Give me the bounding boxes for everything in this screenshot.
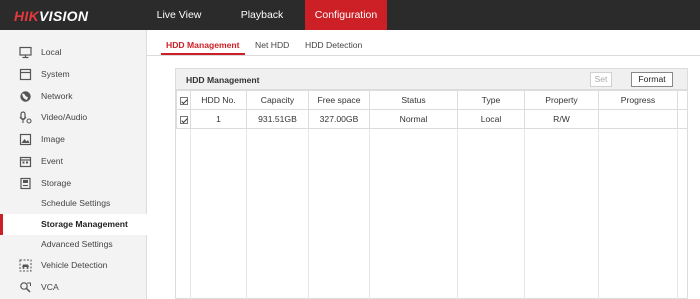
cell-capacity: 931.51GB — [246, 109, 309, 129]
microphone-icon — [19, 111, 32, 124]
column-header-free-space: Free space — [308, 90, 370, 110]
sidebar-subitem-label: Advanced Settings — [41, 239, 113, 249]
monitor-icon — [19, 46, 32, 59]
table-header-row: HDD No. Capacity Free space Status Type … — [176, 90, 688, 110]
cell-property: R/W — [524, 109, 599, 129]
vehicle-detection-icon — [19, 259, 32, 272]
column-header-capacity: Capacity — [246, 90, 309, 110]
sidebar-item-video-audio[interactable]: Video/Audio — [0, 107, 147, 128]
format-button[interactable]: Format — [631, 72, 673, 87]
cell-hdd-no: 1 — [190, 109, 247, 129]
active-tab-indicator — [161, 53, 245, 55]
sidebar-subitem-schedule-settings[interactable]: Schedule Settings — [0, 193, 147, 214]
sidebar-item-storage[interactable]: Storage — [0, 173, 147, 194]
sidebar-item-label: Storage — [41, 178, 72, 188]
nav-configuration[interactable]: Configuration — [305, 0, 387, 30]
cell-type: Local — [457, 109, 525, 129]
column-header-hdd-no: HDD No. — [190, 90, 247, 110]
column-header-property: Property — [524, 90, 599, 110]
sidebar-item-label: VCA — [41, 282, 59, 292]
cell-progress — [598, 109, 678, 129]
nav-playback[interactable]: Playback — [233, 0, 291, 30]
hikvision-logo: HIKVISION — [14, 8, 89, 24]
system-icon — [19, 68, 32, 81]
panel-title: HDD Management — [186, 75, 260, 85]
row-checkbox[interactable] — [176, 109, 191, 129]
column-header-progress: Progress — [598, 90, 678, 110]
column-header-type: Type — [457, 90, 525, 110]
sidebar-item-local[interactable]: Local — [0, 42, 147, 63]
sidebar-subitem-label: Storage Management — [41, 219, 128, 229]
sidebar-item-label: Event — [41, 156, 63, 166]
vca-icon — [20, 282, 31, 293]
select-all-checkbox[interactable] — [176, 90, 191, 110]
network-globe-icon — [20, 91, 31, 102]
cell-free-space: 327.00GB — [308, 109, 370, 129]
tab-hdd-management[interactable]: HDD Management — [166, 40, 240, 50]
column-divider — [457, 129, 458, 299]
column-header-status: Status — [369, 90, 458, 110]
hdd-table: HDD No. Capacity Free space Status Type … — [176, 90, 688, 129]
storage-icon — [20, 177, 31, 190]
panel-header: HDD Management Set Format — [176, 69, 687, 90]
calendar-icon — [19, 156, 32, 168]
sidebar-item-label: System — [41, 69, 70, 79]
set-button[interactable]: Set — [590, 72, 612, 87]
sidebar-subitem-storage-management[interactable]: Storage Management — [0, 214, 147, 235]
cell-status: Normal — [369, 109, 458, 129]
top-nav-bar: HIKVISION Live View Playback Configurati… — [0, 0, 700, 30]
column-divider — [190, 129, 191, 299]
tab-net-hdd[interactable]: Net HDD — [255, 40, 289, 50]
column-divider — [524, 129, 525, 299]
sidebar-subitem-advanced-settings[interactable]: Advanced Settings — [0, 234, 147, 255]
sidebar-item-label: Vehicle Detection — [41, 260, 108, 270]
column-divider — [598, 129, 599, 299]
sidebar-item-network[interactable]: Network — [0, 86, 147, 107]
sidebar-item-label: Network — [41, 91, 73, 101]
sidebar-item-label: Image — [41, 134, 65, 144]
checkbox-checked-icon — [179, 115, 188, 124]
column-header-spacer — [677, 90, 688, 110]
sidebar-item-vehicle-detection[interactable]: Vehicle Detection — [0, 255, 147, 276]
column-divider — [677, 129, 678, 299]
image-icon — [19, 133, 32, 146]
sidebar-item-vca[interactable]: VCA — [0, 277, 147, 298]
tab-hdd-detection[interactable]: HDD Detection — [305, 40, 362, 50]
sidebar-item-system[interactable]: System — [0, 64, 147, 85]
hdd-management-panel: HDD Management Set Format HDD No. Capaci… — [175, 68, 688, 299]
sidebar: Local System Network Video/Audio Image E… — [0, 30, 147, 299]
column-divider — [369, 129, 370, 299]
sidebar-item-label: Video/Audio — [41, 112, 88, 122]
checkbox-checked-icon — [179, 96, 188, 105]
sidebar-item-image[interactable]: Image — [0, 129, 147, 150]
sidebar-item-event[interactable]: Event — [0, 151, 147, 172]
column-divider — [246, 129, 247, 299]
sidebar-subitem-label: Schedule Settings — [41, 198, 111, 208]
cell-spacer — [677, 109, 688, 129]
sidebar-item-label: Local — [41, 47, 62, 57]
column-divider — [308, 129, 309, 299]
nav-live-view[interactable]: Live View — [148, 0, 210, 30]
table-row[interactable]: 1 931.51GB 327.00GB Normal Local R/W — [176, 109, 688, 129]
